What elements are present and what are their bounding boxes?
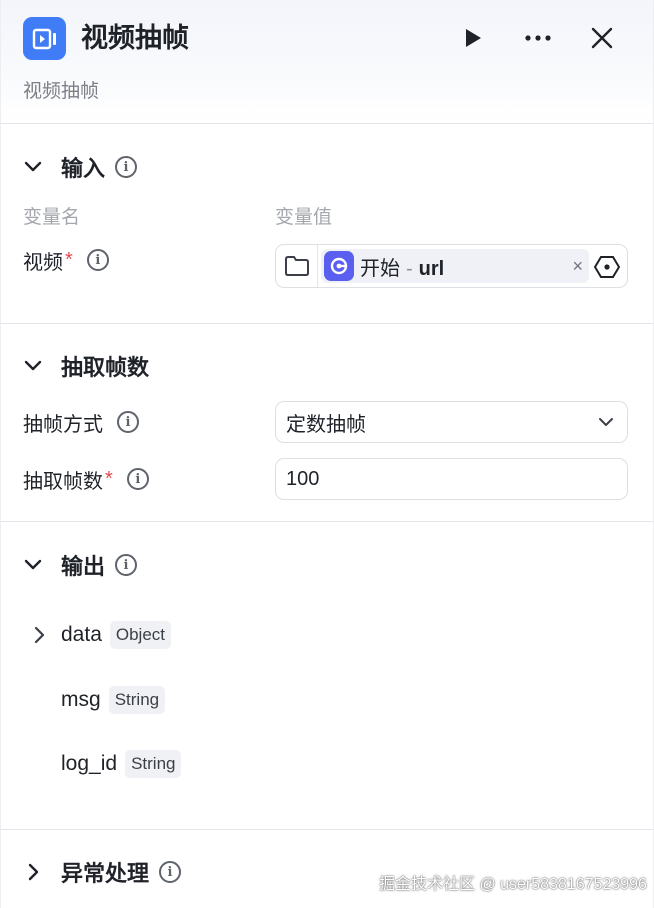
chevron-down-icon[interactable] [597,412,615,438]
section-title: 输出 [61,554,106,579]
output-item-log-id[interactable]: log_id String [31,749,182,779]
exception-section: 异常处理 i [1,830,653,908]
info-icon[interactable]: i [159,861,182,883]
extract-mode-label: 抽帧方式 i [23,407,139,437]
input-value: 100 [286,467,320,490]
output-item-msg[interactable]: msg String [31,685,166,715]
chevron-down-icon[interactable] [23,356,43,376]
frame-count-input[interactable]: 100 [275,458,628,500]
type-badge: String [108,686,166,714]
reference-separator: - [406,257,413,280]
video-frame-icon [23,17,66,60]
reference-variable: url [418,257,445,280]
video-reference-field[interactable]: 开始 - url × [275,244,628,288]
output-section-header[interactable]: 输出 i [23,549,138,581]
output-name: msg [61,688,101,711]
start-node-icon [324,251,354,281]
info-icon[interactable]: i [126,468,149,490]
node-description[interactable]: 视频抽帧 [23,78,99,106]
input-section-header[interactable]: 输入 i [23,151,138,183]
output-section: 输出 i data Object msg String log_id Strin… [1,522,653,830]
info-icon[interactable]: i [86,249,109,271]
info-icon[interactable]: i [115,554,138,576]
column-header-name: 变量名 [23,207,81,228]
param-name: 抽取帧数 [23,470,103,493]
param-name: 抽帧方式 [23,413,103,436]
column-header-value: 变量值 [275,207,333,228]
watermark: 掘金技术社区 @ user5838167523996 [379,876,647,893]
reference-text: 开始 - url [360,252,444,281]
video-param-label: 视频 * i [23,245,109,275]
output-name: log_id [61,752,118,775]
chevron-right-icon[interactable] [23,862,43,882]
select-value: 定数抽帧 [286,413,366,436]
clear-reference-icon[interactable]: × [572,255,583,277]
extract-section-header[interactable]: 抽取帧数 [23,350,149,382]
variable-reference-chip[interactable]: 开始 - url × [321,249,589,283]
chevron-down-icon[interactable] [23,555,43,575]
extract-mode-select[interactable]: 定数抽帧 [275,401,628,443]
close-icon[interactable] [584,20,620,56]
section-title: 异常处理 [61,861,150,886]
info-icon[interactable]: i [117,411,139,433]
node-title[interactable]: 视频抽帧 [81,19,189,57]
output-item-data[interactable]: data Object [31,620,172,650]
type-badge: Object [109,621,172,649]
output-name: data [61,623,102,646]
required-mark: * [65,248,73,271]
play-icon[interactable] [455,20,491,56]
more-icon[interactable] [520,20,556,56]
variable-hexagon-icon[interactable] [593,253,621,281]
input-section: 输入 i 变量名 变量值 视频 * i [1,124,653,324]
panel-header: 视频抽帧 视频抽帧 [1,0,653,124]
info-icon[interactable]: i [115,156,138,178]
chevron-down-icon[interactable] [23,157,43,177]
node-config-panel: 视频抽帧 视频抽帧 输入 i 变量名 变量值 视频 * i 开始 - url ×… [0,0,654,908]
frame-count-label: 抽取帧数 * i [23,464,149,494]
type-badge: String [125,750,182,778]
section-title: 抽取帧数 [61,355,150,380]
reference-node: 开始 [360,257,400,280]
exception-section-header[interactable]: 异常处理 i [23,856,182,888]
required-mark: * [105,467,113,490]
folder-icon[interactable] [276,245,318,287]
section-title: 输入 [61,156,106,181]
param-name: 视频 [23,251,63,274]
chevron-right-icon[interactable] [31,626,47,644]
